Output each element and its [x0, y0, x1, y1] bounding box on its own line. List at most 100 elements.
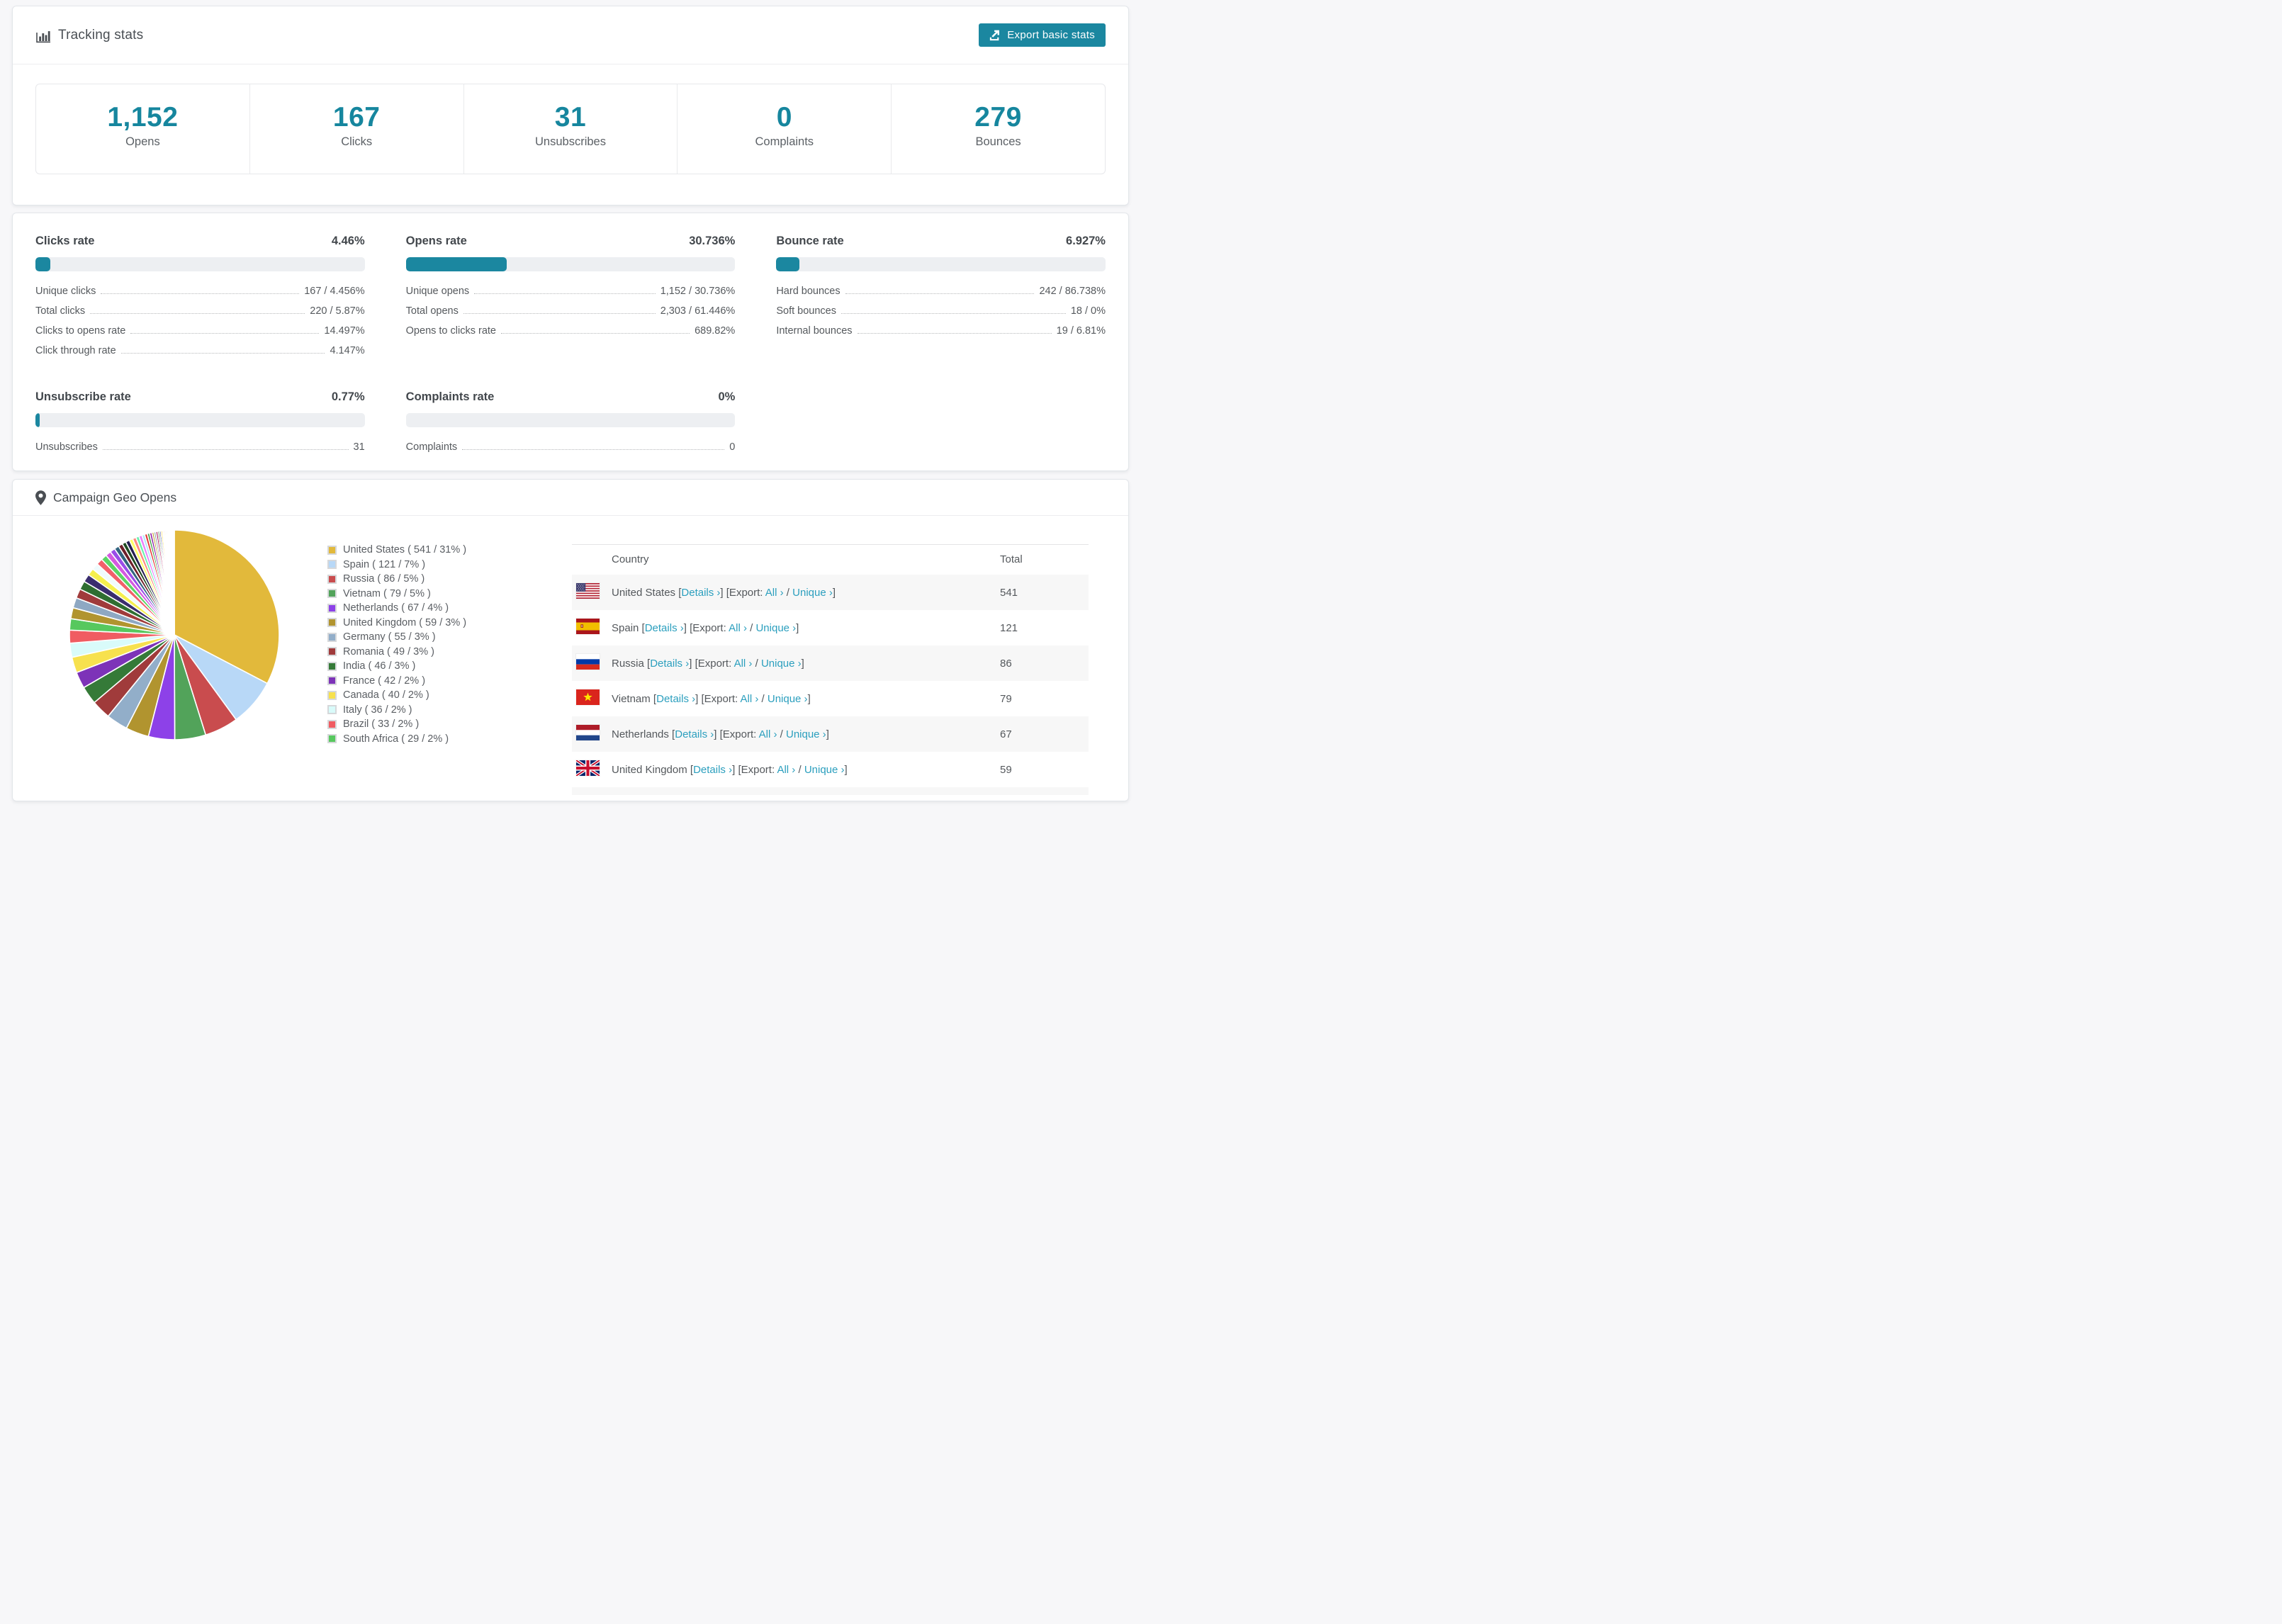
geo-row-country-cell: United States [Details ›] [Export: All ›… — [612, 575, 1000, 610]
flag-nl-icon — [576, 725, 600, 740]
legend-item-brazil: Brazil ( 33 / 2% ) — [327, 717, 572, 732]
export-prefix: [Export: — [726, 586, 765, 599]
rate-row-label: Unique opens — [405, 286, 470, 297]
geo-header: Campaign Geo Opens — [13, 480, 1128, 516]
export-all-link[interactable]: All › — [734, 658, 753, 670]
stat-label-bounces: Bounces — [975, 135, 1021, 148]
rate-row-click-through-rate: Click through rate 4.147% — [35, 344, 365, 358]
rate-row-value: 242 / 86.738% — [1039, 286, 1106, 297]
dotted-leader — [462, 449, 725, 450]
export-prefix: [Export: — [719, 728, 759, 740]
legend-label: United Kingdom ( 59 / 3% ) — [343, 616, 467, 628]
details-link[interactable]: Details › — [656, 693, 695, 705]
legend-swatch — [327, 647, 337, 657]
legend-item-germany: Germany ( 55 / 3% ) — [327, 630, 572, 645]
dotted-leader — [120, 353, 325, 354]
rate-row-total-opens: Total opens 2,303 / 61.446% — [406, 305, 736, 318]
rate-row-label: Complaints — [405, 441, 458, 453]
country-name: United Kingdom — [612, 763, 687, 776]
rate-row-value: 14.497% — [324, 325, 365, 337]
export-unique-link[interactable]: Unique › — [804, 764, 845, 776]
legend-label: Italy ( 36 / 2% ) — [343, 704, 412, 716]
export-all-link[interactable]: All › — [765, 587, 784, 599]
geo-row-united-kingdom: United Kingdom [Details ›] [Export: All … — [572, 752, 1089, 787]
rate-block-unsubscribe-rate: Unsubscribe rate 0.77% Unsubscribes 31 — [35, 390, 365, 454]
legend-item-india: India ( 46 / 3% ) — [327, 659, 572, 674]
rate-block-clicks-rate: Clicks rate 4.46% Unique clicks 167 / 4.456… — [35, 235, 365, 358]
stat-unsubscribes: 31 Unsubscribes — [464, 84, 678, 174]
bracket: ] — [807, 692, 811, 705]
rate-rows: Complaints 0 — [406, 441, 736, 454]
export-unique-link[interactable]: Unique › — [755, 622, 796, 634]
export-basic-stats-button[interactable]: Export basic stats — [979, 23, 1106, 47]
geo-row-total: 541 — [1000, 586, 1018, 599]
legend-item-romania: Romania ( 49 / 3% ) — [327, 645, 572, 660]
export-unique-link[interactable]: Unique › — [786, 728, 826, 740]
legend-item-united-kingdom: United Kingdom ( 59 / 3% ) — [327, 616, 572, 631]
legend-swatch — [327, 632, 337, 642]
rate-row-value: 0 — [729, 441, 736, 453]
legend-item-spain: Spain ( 121 / 7% ) — [327, 558, 572, 573]
export-all-link[interactable]: All › — [777, 764, 795, 776]
bracket: [ — [650, 692, 657, 705]
export-unique-link[interactable]: Unique › — [761, 658, 802, 670]
geo-row-total: 55 — [1000, 787, 1089, 795]
bracket: ] — [796, 621, 799, 634]
rate-row-value: 31 — [353, 441, 365, 453]
slash: / — [746, 621, 756, 634]
rate-percentage: 0.77% — [331, 390, 365, 403]
legend-swatch — [327, 690, 337, 700]
dotted-leader — [90, 313, 305, 314]
details-link[interactable]: Details › — [645, 622, 684, 634]
rate-row-label: Unique clicks — [35, 286, 96, 297]
rate-row-value: 689.82% — [695, 325, 736, 337]
progress-fill — [35, 413, 40, 427]
rate-row-opens-to-clicks-rate: Opens to clicks rate 689.82% — [406, 325, 736, 338]
legend-swatch — [327, 705, 337, 715]
bracket: ] — [720, 586, 726, 599]
rate-head-opens-rate: Opens rate 30.736% — [406, 235, 736, 248]
rate-title: Clicks rate — [35, 235, 95, 247]
geo-row-total: 121 — [1000, 621, 1018, 634]
rate-row-label: Total opens — [405, 305, 459, 317]
geo-row-flag-cell — [572, 716, 612, 752]
bracket: [ — [643, 657, 651, 670]
bracket: [ — [639, 621, 645, 634]
dotted-leader — [102, 449, 349, 450]
stat-value-unsubscribes: 31 — [554, 102, 587, 132]
export-all-link[interactable]: All › — [729, 622, 747, 634]
details-link[interactable]: Details › — [675, 728, 714, 740]
total-column-header: Total — [1000, 544, 1089, 575]
details-link[interactable]: Details › — [693, 764, 732, 776]
details-link[interactable]: Details › — [650, 658, 689, 670]
legend-item-netherlands: Netherlands ( 67 / 4% ) — [327, 601, 572, 616]
details-link[interactable]: Details › — [681, 587, 720, 599]
rate-rows: Unsubscribes 31 — [35, 441, 365, 454]
bracket: [ — [668, 728, 675, 740]
geo-table-header-row: Country Total — [572, 544, 1089, 575]
rate-row-label: Clicks to opens rate — [35, 325, 126, 337]
stats-summary-panel: 1,152 Opens 167 Clicks 31 Unsubscribes 0 Compla… — [35, 84, 1106, 174]
rate-percentage: 6.927% — [1066, 235, 1106, 247]
geo-row-country-cell: Vietnam [Details ›] [Export: All › / Uni… — [612, 681, 1000, 716]
geo-row-total: 67 — [1000, 728, 1012, 740]
stat-opens: 1,152 Opens — [36, 84, 250, 174]
geo-row-united-states: United States [Details ›] [Export: All ›… — [572, 575, 1089, 610]
rate-row-label: Hard bounces — [776, 286, 841, 297]
progress-bar — [405, 257, 736, 271]
rate-row-value: 2,303 / 61.446% — [660, 305, 736, 317]
export-unique-link[interactable]: Unique › — [792, 587, 833, 599]
geo-table-container: Country Total United States [Details ›] … — [572, 544, 1106, 795]
bracket: ] — [689, 657, 695, 670]
rate-row-complaints: Complaints 0 — [406, 441, 736, 454]
progress-fill — [405, 257, 507, 271]
rate-row-label: Internal bounces — [776, 325, 853, 337]
flag-vn-icon — [576, 689, 600, 705]
geo-legend: United States ( 541 / 31% ) Spain ( 121 /… — [327, 543, 572, 795]
export-all-link[interactable]: All › — [741, 693, 759, 705]
export-all-link[interactable]: All › — [759, 728, 777, 740]
geo-title: Campaign Geo Opens — [53, 490, 177, 504]
bracket: ] — [844, 763, 848, 776]
export-unique-link[interactable]: Unique › — [768, 693, 808, 705]
dotted-leader — [845, 293, 1035, 294]
